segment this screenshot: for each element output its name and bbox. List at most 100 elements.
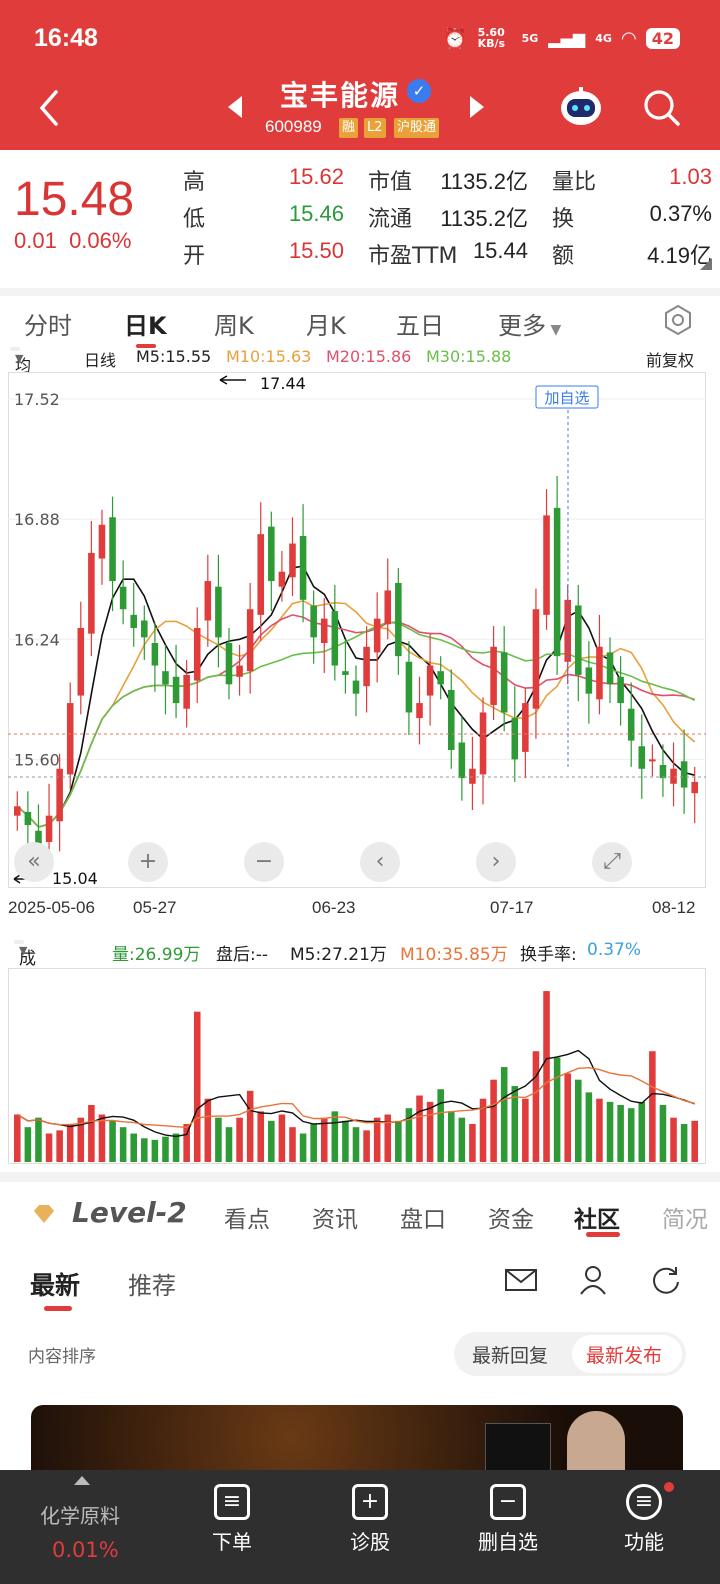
collapse-left-button[interactable]: « [14,842,54,882]
value-volratio: 1.03 [669,164,712,189]
candle-body [627,708,635,741]
candle-body [352,680,360,694]
candle-body [268,526,275,582]
diagnose-button[interactable]: + 诊股 [334,1470,406,1584]
next-stock-icon[interactable] [468,94,488,120]
candle-body [426,665,434,696]
value-float: 1135.2亿 [440,206,528,231]
candle-body [511,718,519,760]
volume-bar [680,1124,688,1162]
label-pe: 市盈TTM [368,244,458,269]
date-tick-3: 07-17 [490,898,534,917]
tab-weekly-k[interactable]: 周K [214,306,254,341]
candle-body [522,703,529,752]
label-volratio: 量比 [552,170,597,195]
volume-bar [490,1079,497,1162]
volume-bar [373,1117,381,1162]
volume-bar [215,1117,222,1162]
period-tabs: 分时 日K 周K 月K 五日 更多 ▼ [0,288,720,348]
corner-indicator-icon [700,258,712,270]
volume-bar [14,1114,21,1162]
label-float: 流通 [368,207,413,232]
volume-bar [670,1117,677,1162]
candle-body [119,586,127,610]
zoom-in-button[interactable]: + [128,842,168,882]
remove-watch-label: 删自选 [478,1530,538,1554]
sort-latest-reply[interactable]: 最新回复 [472,1341,548,1368]
volume-legend: 成交量 ▼ 量:26.99万 盘后:-- M5:27.21万 M10:35.85… [0,936,720,1019]
candle-body [98,524,106,559]
tab-highlights[interactable]: 看点 [224,1200,270,1234]
remove-watch-button[interactable]: − 删自选 [470,1470,546,1584]
ma-legend: 均线 ▼ 日线 M5:15.55 M10:15.63 M20:15.86 M30… [0,342,720,399]
candle-body [331,611,339,666]
candle-body [88,552,95,634]
candle-body [596,646,603,700]
diagnose-label: 诊股 [350,1530,390,1554]
label-low: 低 [183,207,206,232]
tab-five-day[interactable]: 五日 [396,306,444,341]
sector-info[interactable]: 化学原料 0.01% [0,1470,166,1584]
ma20-value: M20:15.86 [326,347,412,366]
refresh-icon[interactable] [650,1264,682,1296]
fullscreen-button[interactable]: ⤢ [592,842,632,882]
prev-stock-icon[interactable] [224,94,244,120]
vol-m10: M10:35.85万 [400,945,508,965]
mail-icon[interactable] [504,1266,538,1294]
volume-bar [278,1114,286,1162]
volume-selector[interactable]: 成交量 ▼ [14,940,36,1019]
robot-assistant-icon[interactable] [558,86,604,128]
tab-orderbook[interactable]: 盘口 [400,1200,446,1234]
volume-bar [447,1111,455,1162]
volume-bar [564,1073,571,1162]
add-watch-label[interactable]: 加自选 [544,389,589,407]
candle-body [162,671,169,685]
tab-profile[interactable]: 简况 [662,1200,708,1234]
functions-button[interactable]: ≡ 功能 [608,1470,680,1584]
tab-community[interactable]: 社区 [574,1200,620,1234]
tab-level2[interactable]: Level-2 [72,1196,187,1229]
max-price-label: 17.44 [260,374,306,393]
info-tabs: Level-2 看点 资讯 盘口 资金 社区 简况 [0,1172,720,1240]
candle-body [670,768,677,784]
tab-news[interactable]: 资讯 [312,1200,358,1234]
tab-funds[interactable]: 资金 [488,1200,534,1234]
scroll-right-button[interactable]: › [476,842,516,882]
search-icon[interactable] [642,88,682,128]
sort-latest-post[interactable]: 最新发布 [586,1341,662,1368]
user-icon[interactable] [578,1264,608,1296]
order-button[interactable]: ≡ 下单 [196,1470,268,1584]
date-tick-0: 2025-05-06 [8,898,95,917]
volume-bar [331,1111,339,1162]
value-pe: 15.44 [472,238,528,263]
back-icon[interactable] [34,88,64,128]
adjust-mode[interactable]: 前复权 [646,347,694,371]
candle-body [691,781,698,794]
ma-selector[interactable]: 均线 ▼ [10,347,31,399]
candle-body [384,590,392,625]
kline-chart[interactable]: 17.52 16.88 16.24 15.60 加自选 17.44 15.04 [8,372,706,888]
tab-intraday[interactable]: 分时 [24,306,72,341]
tab-more[interactable]: 更多 ▼ [498,306,561,341]
sort-toggle: 最新回复 最新发布 [454,1332,686,1376]
volume-bar [130,1133,138,1162]
volume-value: 量:26.99万 [112,945,201,965]
tab-underline [586,1232,620,1237]
diamond-icon [34,1205,54,1223]
subtab-recommended[interactable]: 推荐 [128,1266,176,1301]
signal-5g: 5G [521,31,539,45]
volume-bar [225,1127,233,1162]
net-speed: 5.60 KB/s [477,26,506,50]
zoom-out-button[interactable]: − [244,842,284,882]
caret-down-icon: ▼ [15,352,24,365]
volume-chart[interactable] [8,968,706,1164]
value-low: 15.46 [288,201,344,226]
tab-monthly-k[interactable]: 月K [306,306,346,341]
settings-hex-icon[interactable] [662,304,694,336]
subtab-latest[interactable]: 最新 [30,1266,80,1302]
tab-daily-k[interactable]: 日K [124,306,167,341]
scroll-left-button[interactable]: ‹ [360,842,400,882]
label-high: 高 [183,170,206,195]
candle-body [469,768,476,784]
tab-more-label: 更多 [498,312,546,340]
